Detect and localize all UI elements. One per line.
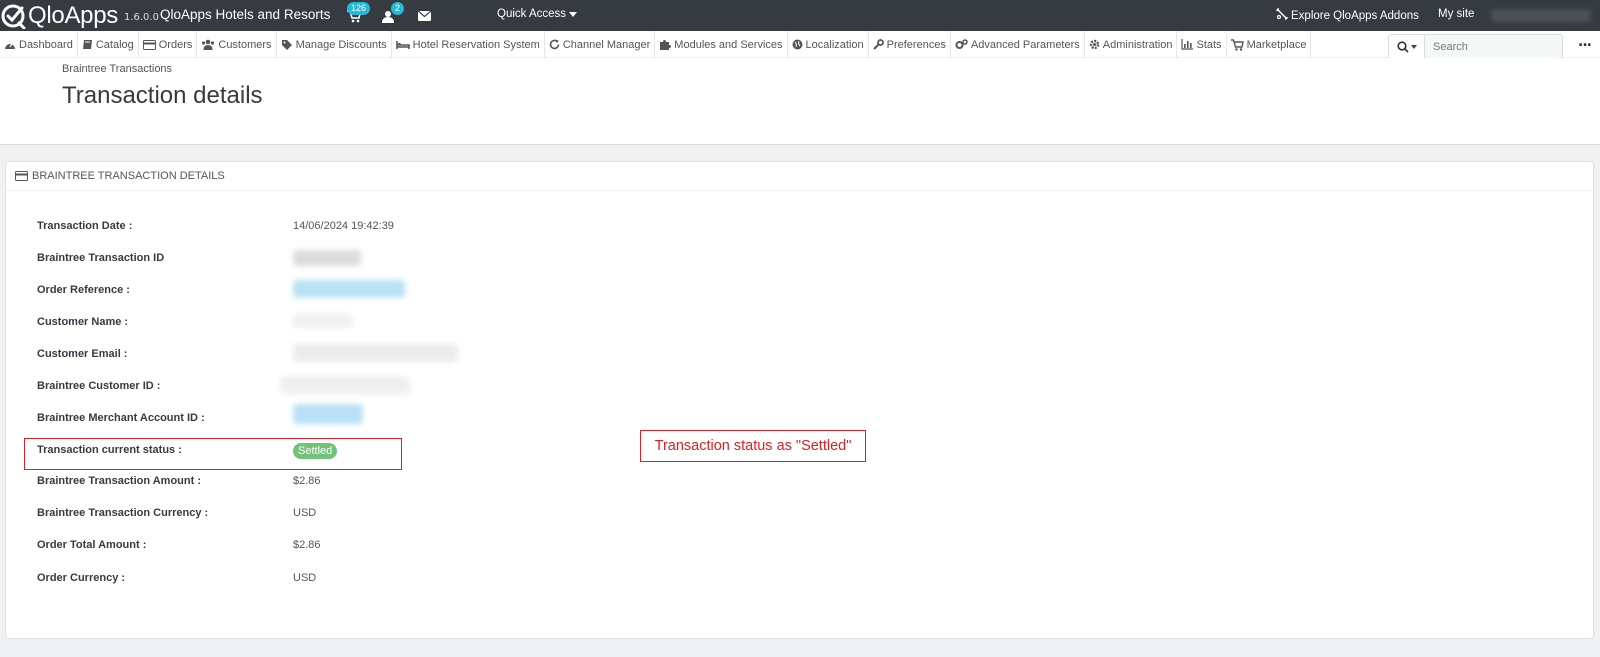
credit-card-icon xyxy=(15,171,28,181)
book-icon xyxy=(82,40,92,49)
customer-email-redacted xyxy=(293,344,458,362)
bed-icon xyxy=(395,40,410,49)
nav-item-administration[interactable]: Administration xyxy=(1085,31,1178,58)
braintree-transaction-id-redacted xyxy=(293,250,361,266)
nav-item-stats[interactable]: Stats xyxy=(1177,31,1227,58)
nav-item-manage-discounts[interactable]: Manage Discounts xyxy=(277,31,392,58)
panel-heading-label: BRAINTREE TRANSACTION DETAILS xyxy=(32,170,225,182)
braintree-customer-id-label: Braintree Customer ID : xyxy=(37,380,161,392)
order-currency-value: USD xyxy=(293,572,317,584)
nav-label: Catalog xyxy=(95,38,134,51)
nav-label: Stats xyxy=(1196,38,1222,51)
top-header: QloApps 1.6.0.0 QloApps Hotels and Resor… xyxy=(0,0,1600,31)
wrench-icon xyxy=(872,39,884,50)
annotation-callout: Transaction status as "Settled" xyxy=(640,430,866,462)
nav-item-channel-manager[interactable]: Channel Manager xyxy=(545,31,656,58)
status-highlight-box xyxy=(24,438,402,470)
qloapps-logo-icon xyxy=(1,3,27,29)
order-total-amount-label: Order Total Amount : xyxy=(37,539,147,551)
nav-label: Advanced Parameters xyxy=(970,38,1080,51)
transaction-date-value: 14/06/2024 19:42:39 xyxy=(293,220,394,232)
braintree-merchant-account-id-label: Braintree Merchant Account ID : xyxy=(37,412,205,424)
page-title: Transaction details xyxy=(62,82,263,109)
order-currency-label: Order Currency : xyxy=(37,572,126,584)
search-input[interactable] xyxy=(1424,34,1563,60)
customer-name-label: Customer Name : xyxy=(37,316,129,328)
order-total-amount-value: $2.86 xyxy=(293,539,321,551)
nav-label: Hotel Reservation System xyxy=(412,38,540,51)
main-nav: Dashboard Catalog Orders Customers Manag… xyxy=(0,31,1600,60)
breadcrumb[interactable]: Braintree Transactions xyxy=(62,63,172,75)
cart-icon xyxy=(1230,38,1244,51)
braintree-transaction-currency-value: USD xyxy=(293,507,317,519)
explore-addons-label: Explore QloApps Addons xyxy=(1291,9,1419,22)
nav-item-preferences[interactable]: Preferences xyxy=(869,31,951,58)
caret-down-icon xyxy=(569,11,578,17)
version-label: 1.6.0.0 xyxy=(123,12,159,23)
page-head: Braintree Transactions Transaction detai… xyxy=(0,58,1600,145)
customer-name-redacted xyxy=(293,314,353,328)
caret-down-icon xyxy=(1410,45,1417,49)
panel-heading: BRAINTREE TRANSACTION DETAILS xyxy=(6,162,1593,191)
dashboard-icon xyxy=(5,42,15,49)
employee-name-redacted[interactable] xyxy=(1491,9,1591,22)
nav-item-catalog[interactable]: Catalog xyxy=(78,31,139,58)
nav-item-hotel-reservation-system[interactable]: Hotel Reservation System xyxy=(392,31,545,58)
search-type-dropdown[interactable] xyxy=(1388,34,1424,60)
users-icon xyxy=(202,39,215,50)
more-menu-icon[interactable]: ... xyxy=(1578,34,1592,50)
shop-name-link[interactable]: QloApps Hotels and Resorts xyxy=(160,7,330,22)
logo-text: QloApps xyxy=(28,1,118,29)
nav-label: Channel Manager xyxy=(562,38,651,51)
globe-icon xyxy=(792,39,803,50)
explore-addons-link[interactable]: Explore QloApps Addons xyxy=(1276,8,1419,23)
braintree-transaction-amount-label: Braintree Transaction Amount : xyxy=(37,475,202,487)
order-reference-label: Order Reference : xyxy=(37,284,130,296)
nav-label: Administration xyxy=(1102,38,1173,51)
my-site-link[interactable]: My site xyxy=(1438,8,1474,20)
braintree-customer-id-redacted xyxy=(280,376,410,394)
bar-chart-icon xyxy=(1181,39,1194,50)
nav-item-dashboard[interactable]: Dashboard xyxy=(0,31,78,58)
quick-access-label: Quick Access xyxy=(497,8,567,20)
orders-badge: 126 xyxy=(347,2,371,15)
nav-item-orders[interactable]: Orders xyxy=(139,31,198,58)
nav-label: Orders xyxy=(158,38,193,51)
braintree-transaction-id-label: Braintree Transaction ID xyxy=(37,252,165,264)
nav-label: Customers xyxy=(218,38,272,51)
nav-item-customers[interactable]: Customers xyxy=(197,31,277,58)
braintree-transaction-amount-value: $2.86 xyxy=(293,475,321,487)
brand[interactable]: QloApps 1.6.0.0 xyxy=(0,0,159,31)
customers-badge: 2 xyxy=(391,2,405,15)
braintree-transaction-currency-label: Braintree Transaction Currency : xyxy=(37,507,209,519)
order-reference-redacted[interactable] xyxy=(293,280,405,298)
customer-email-label: Customer Email : xyxy=(37,348,128,360)
credit-card-icon xyxy=(142,39,156,50)
nav-label: Marketplace xyxy=(1246,38,1307,51)
nav-label: Modules and Services xyxy=(674,38,783,51)
cogs-icon xyxy=(955,39,968,49)
search-icon xyxy=(1396,41,1409,53)
transaction-date-label: Transaction Date : xyxy=(37,220,133,232)
braintree-merchant-account-id-redacted xyxy=(293,404,363,424)
nav-label: Localization xyxy=(805,38,864,51)
nav-label: Manage Discounts xyxy=(295,38,387,51)
nav-item-localization[interactable]: Localization xyxy=(788,31,869,58)
transaction-details-panel: BRAINTREE TRANSACTION DETAILS Transactio… xyxy=(5,161,1594,639)
nav-item-modules-and-services[interactable]: Modules and Services xyxy=(655,31,788,58)
refresh-icon xyxy=(549,39,560,50)
puzzle-icon xyxy=(660,39,672,50)
envelope-icon[interactable] xyxy=(416,8,432,24)
nav-label: Preferences xyxy=(886,38,946,51)
cog-icon xyxy=(1089,39,1099,50)
nav-label: Dashboard xyxy=(19,38,73,51)
nav-menu: Dashboard Catalog Orders Customers Manag… xyxy=(0,31,1312,58)
nav-item-advanced-parameters[interactable]: Advanced Parameters xyxy=(951,31,1085,58)
nav-item-marketplace[interactable]: Marketplace xyxy=(1227,31,1312,58)
quick-access-dropdown[interactable]: Quick Access xyxy=(497,8,578,20)
tag-icon xyxy=(281,39,292,50)
puzzle-icon xyxy=(1276,8,1288,23)
